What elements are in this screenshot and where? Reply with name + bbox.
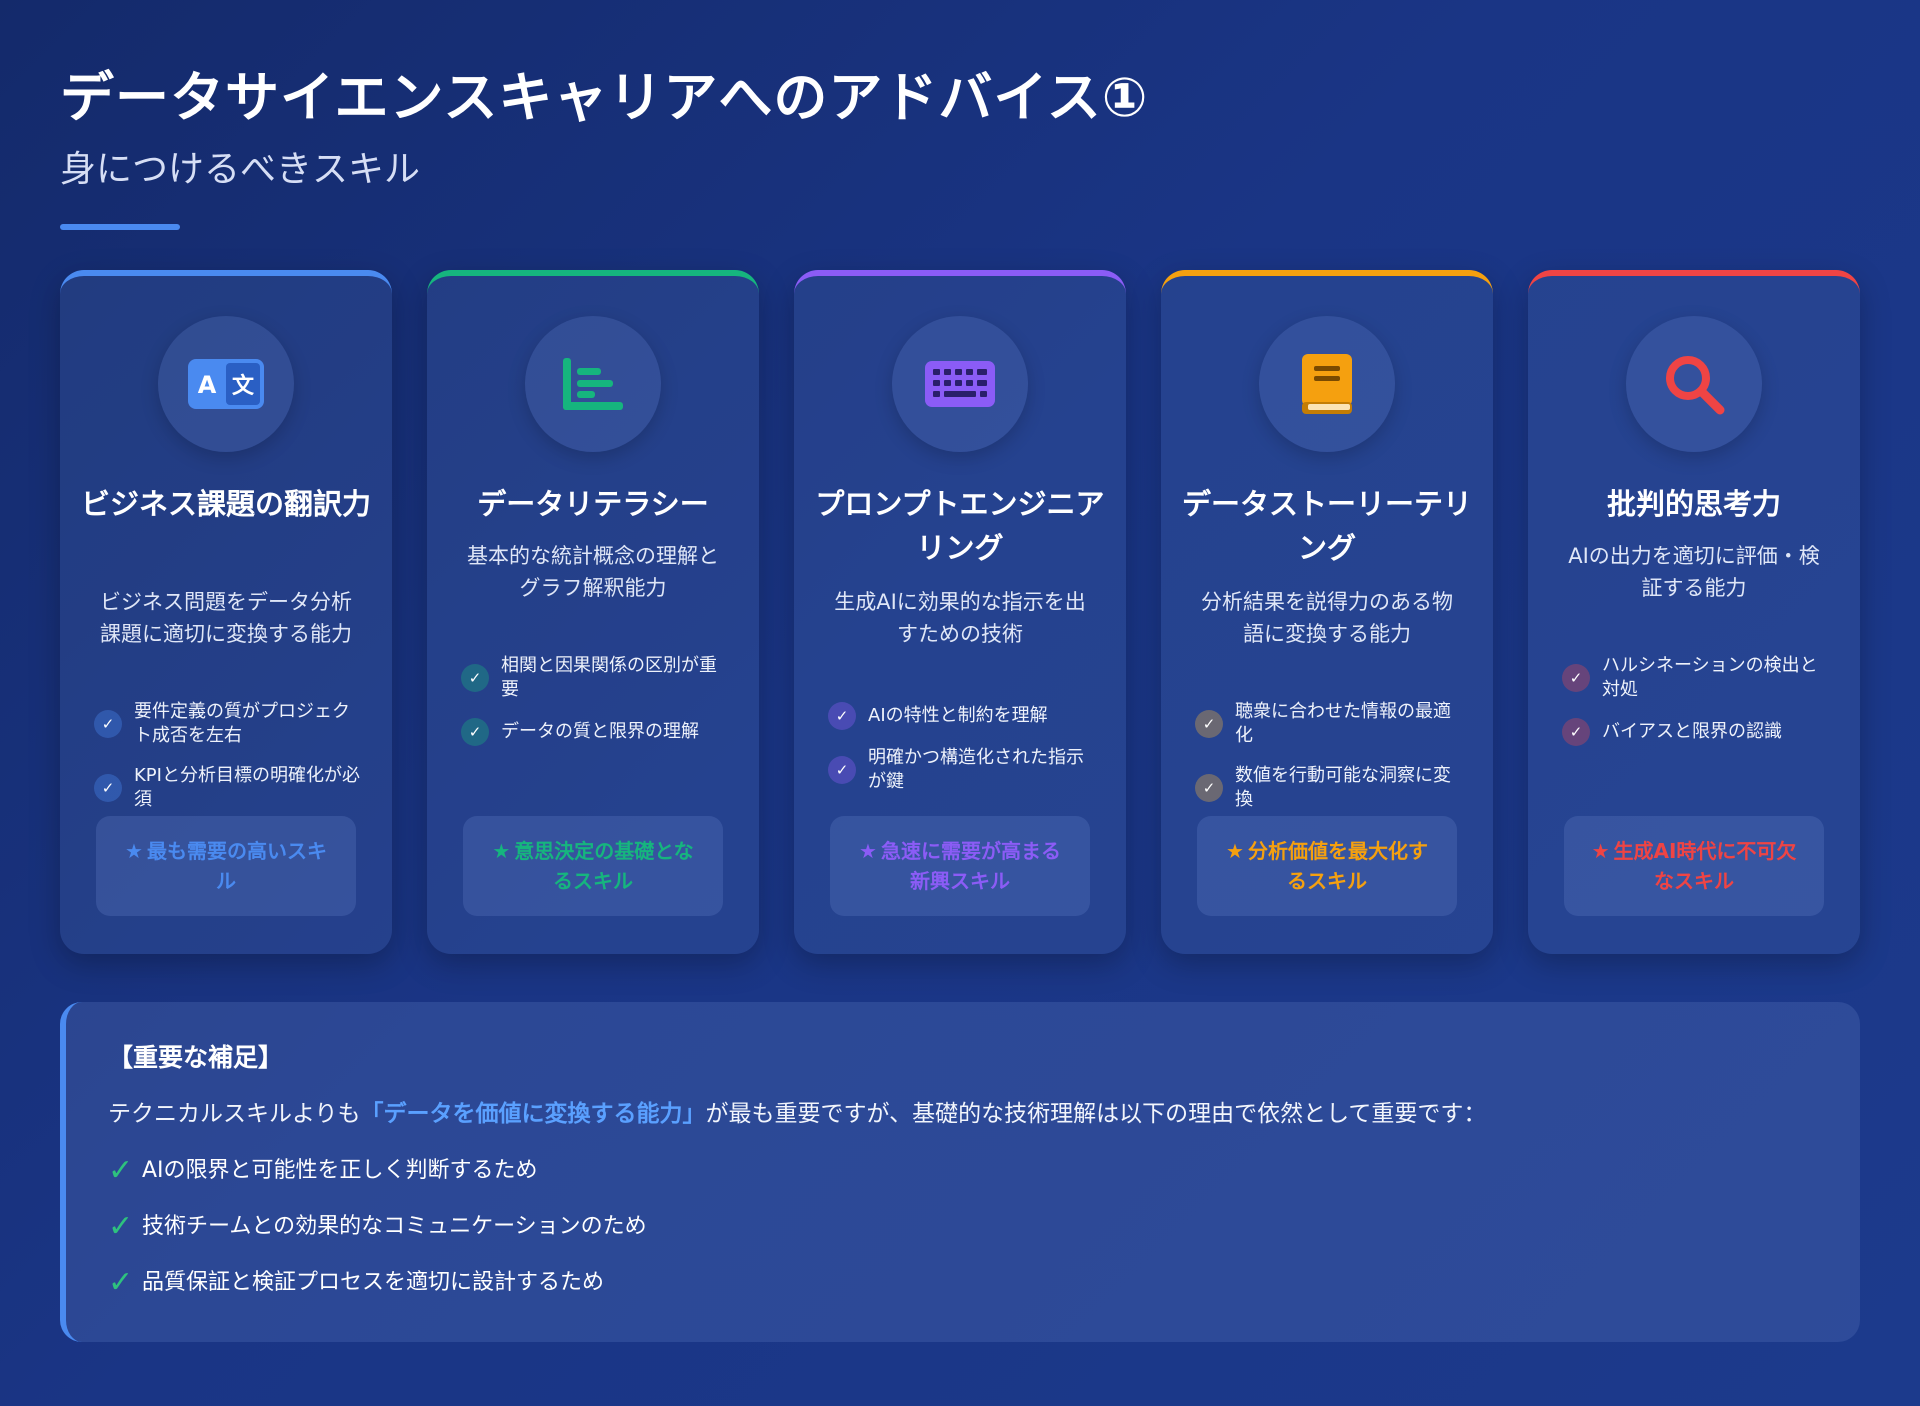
card-points: ✓ 聴衆に合わせた情報の最適化 ✓ 数値を行動可能な洞察に変換 [1195, 700, 1465, 828]
check-circle-icon: ✓ [828, 756, 856, 784]
checkmark-icon: ✓ [108, 1209, 134, 1244]
card-points: ✓ 要件定義の質がプロジェクト成否を左右 ✓ KPIと分析目標の明確化が必須 [94, 700, 364, 828]
check-circle-icon: ✓ [94, 774, 122, 802]
title-underline [60, 224, 180, 230]
list-item: ✓ AIの特性と制約を理解 [828, 702, 1098, 730]
list-item: ✓ ハルシネーションの検出と対処 [1562, 654, 1832, 702]
check-circle-icon: ✓ [828, 702, 856, 730]
check-circle-icon: ✓ [461, 664, 489, 692]
search-icon [1626, 316, 1762, 452]
card-points: ✓ AIの特性と制約を理解 ✓ 明確かつ構造化された指示が鍵 [828, 702, 1098, 810]
page-subtitle: 身につけるべきスキル [60, 149, 421, 190]
card-title: 批判的思考力 [1606, 487, 1781, 521]
card-badge: ★ 最も需要の高いスキル [96, 816, 356, 916]
note-highlight: 「データを価値に変換する能力」 [360, 1101, 706, 1127]
list-item: ✓ 相関と因果関係の区別が重要 [461, 654, 731, 702]
card-title: プロンプトエンジニアリング [815, 487, 1105, 565]
card-description: 分析結果を説得力のある物語に変換する能力 [1201, 590, 1453, 646]
list-item: ✓ バイアスと限界の認識 [1562, 718, 1832, 746]
important-note: 【重要な補足】 テクニカルスキルよりも「データを価値に変換する能力」が最も重要で… [60, 1002, 1860, 1342]
page-title: データサイエンスキャリアへのアドバイス① [60, 66, 1149, 129]
star-icon: ★ [125, 839, 143, 863]
note-title: 【重要な補足】 [108, 1043, 284, 1072]
card-description: 生成AIに効果的な指示を出すための技術 [834, 590, 1086, 646]
list-item: ✓ AIの限界と可能性を正しく判断するため [108, 1153, 538, 1188]
list-item: ✓ 明確かつ構造化された指示が鍵 [828, 746, 1098, 794]
checkmark-icon: ✓ [108, 1153, 134, 1188]
star-icon: ★ [492, 839, 511, 863]
translate-icon: A 文 [158, 316, 294, 452]
note-list: ✓ AIの限界と可能性を正しく判断するため ✓ 技術チームとの効果的なコミュニケ… [108, 1154, 1818, 1300]
card-badge: ★ 急速に需要が高まる新興スキル [830, 816, 1090, 916]
list-item: ✓ 数値を行動可能な洞察に変換 [1195, 764, 1465, 812]
list-item: ✓ KPIと分析目標の明確化が必須 [94, 764, 364, 812]
skill-card-prompt-engineering: プロンプトエンジニアリング 生成AIに効果的な指示を出すための技術 ✓ AIの特… [794, 270, 1126, 954]
check-circle-icon: ✓ [94, 710, 122, 738]
star-icon: ★ [1226, 839, 1244, 863]
svg-text:A: A [198, 371, 217, 399]
skill-card-translation: A 文 ビジネス課題の翻訳力 ビジネス問題をデータ分析課題に適切に変換する能力 … [60, 270, 392, 954]
card-title: ビジネス課題の翻訳力 [80, 487, 371, 521]
card-title: データストーリーテリング [1181, 487, 1472, 565]
check-circle-icon: ✓ [1562, 664, 1590, 692]
card-description: 基本的な統計概念の理解とグラフ解釈能力 [467, 544, 719, 600]
keyboard-icon [892, 316, 1028, 452]
chart-icon [525, 316, 661, 452]
card-points: ✓ 相関と因果関係の区別が重要 ✓ データの質と限界の理解 [461, 654, 731, 762]
card-title: データリテラシー [477, 487, 709, 521]
list-item: ✓ 品質保証と検証プロセスを適切に設計するため [108, 1265, 605, 1300]
check-circle-icon: ✓ [1195, 774, 1223, 802]
card-badge: ★ 意思決定の基礎となるスキル [463, 816, 723, 916]
list-item: ✓ 要件定義の質がプロジェクト成否を左右 [94, 700, 364, 748]
svg-text:文: 文 [232, 373, 255, 399]
card-description: AIの出力を適切に評価・検証する能力 [1568, 544, 1820, 600]
check-circle-icon: ✓ [1562, 718, 1590, 746]
skill-cards: A 文 ビジネス課題の翻訳力 ビジネス問題をデータ分析課題に適切に変換する能力 … [60, 270, 1860, 954]
skill-card-data-literacy: データリテラシー 基本的な統計概念の理解とグラフ解釈能力 ✓ 相関と因果関係の区… [427, 270, 759, 954]
card-badge: ★ 生成AI時代に不可欠なスキル [1564, 816, 1824, 916]
book-icon [1259, 316, 1395, 452]
check-circle-icon: ✓ [1195, 710, 1223, 738]
note-body: テクニカルスキルよりも「データを価値に変換する能力」が最も重要ですが、基礎的な技… [108, 1101, 1487, 1127]
star-icon: ★ [859, 839, 877, 863]
skill-card-critical-thinking: 批判的思考力 AIの出力を適切に評価・検証する能力 ✓ ハルシネーションの検出と… [1528, 270, 1860, 954]
checkmark-icon: ✓ [108, 1265, 134, 1300]
list-item: ✓ 技術チームとの効果的なコミュニケーションのため [108, 1209, 647, 1244]
list-item: ✓ 聴衆に合わせた情報の最適化 [1195, 700, 1465, 748]
card-badge: ★ 分析価値を最大化するスキル [1197, 816, 1457, 916]
list-item: ✓ データの質と限界の理解 [461, 718, 731, 746]
card-description: ビジネス問題をデータ分析課題に適切に変換する能力 [100, 590, 352, 646]
header: データサイエンスキャリアへのアドバイス① 身につけるべきスキル [60, 62, 1148, 230]
check-circle-icon: ✓ [461, 718, 489, 746]
skill-card-data-storytelling: データストーリーテリング 分析結果を説得力のある物語に変換する能力 ✓ 聴衆に合… [1161, 270, 1493, 954]
card-points: ✓ ハルシネーションの検出と対処 ✓ バイアスと限界の認識 [1562, 654, 1832, 762]
star-icon: ★ [1591, 839, 1610, 863]
